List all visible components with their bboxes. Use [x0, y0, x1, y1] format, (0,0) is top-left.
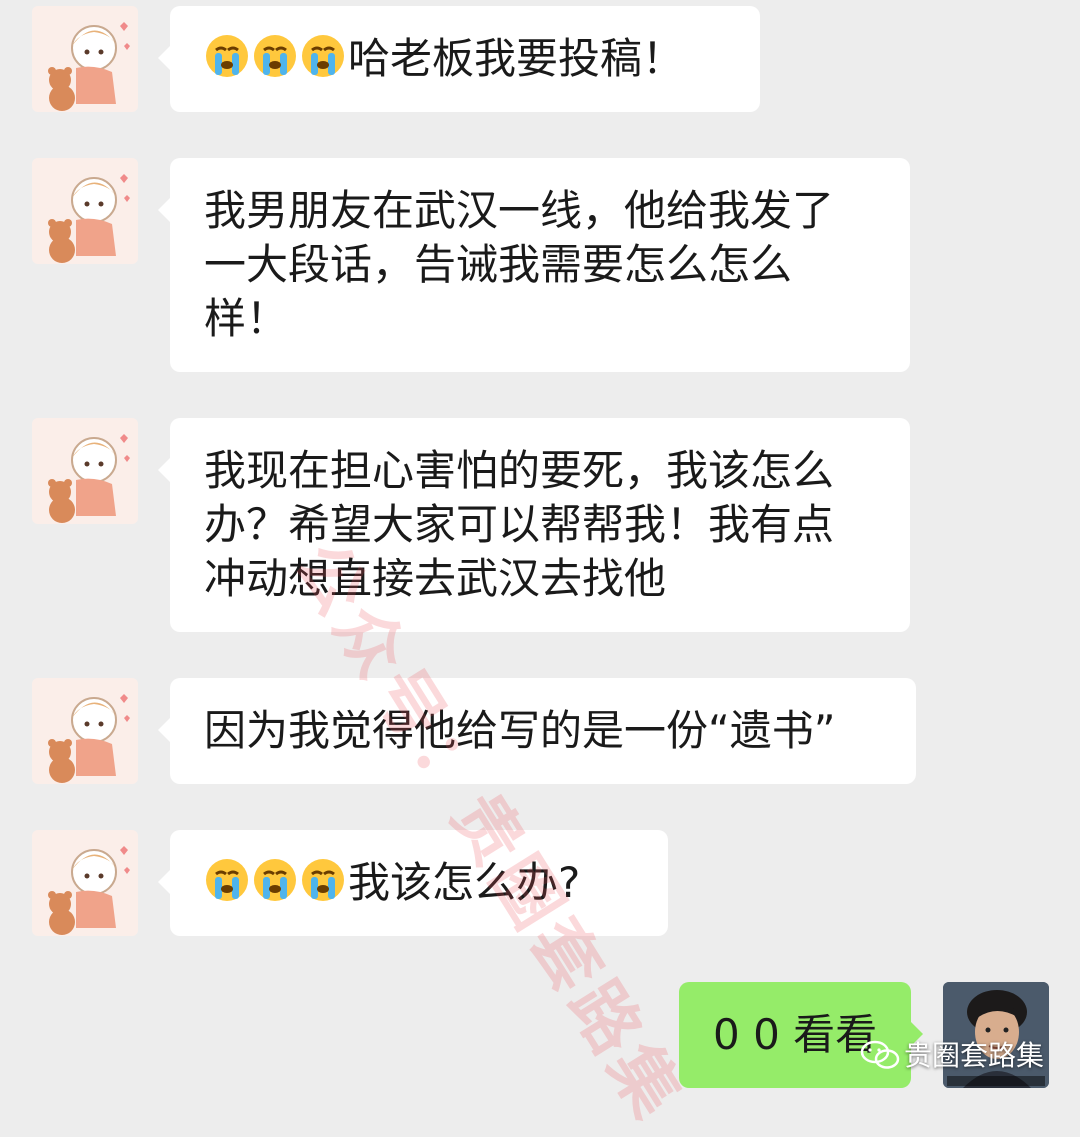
message-line: 因为我觉得他给写的是一份“遗书”: [204, 706, 836, 755]
brand-text: 贵圈套路集: [904, 1039, 1045, 1072]
crying-emoji: [254, 35, 296, 77]
message-text: 哈老板我要投稿！: [348, 34, 685, 83]
brand-label: 贵圈套路集: [860, 1034, 1044, 1074]
sender-avatar[interactable]: [32, 158, 138, 264]
message-text: 我该怎么办?: [348, 858, 581, 907]
sender-avatar[interactable]: [32, 6, 138, 112]
sender-avatar[interactable]: [32, 830, 138, 936]
message-line: 一大段话，告诫我需要怎么怎么: [204, 240, 793, 289]
message-line: 我男朋友在武汉一线，他给我发了: [204, 186, 835, 235]
message-bubble[interactable]: 因为我觉得他给写的是一份“遗书”: [158, 678, 916, 784]
message-line: 哈老板我要投稿！: [204, 32, 728, 86]
message-line: 0 0 看看: [713, 1010, 878, 1059]
wechat-icon: [860, 1040, 900, 1069]
message-bubble[interactable]: 我男朋友在武汉一线，他给我发了 一大段话，告诫我需要怎么怎么 样！: [158, 158, 910, 372]
message-bubble[interactable]: 我现在担心害怕的要死，我该怎么 办？希望大家可以帮帮我！我有点 冲动想直接去武汉…: [158, 418, 910, 632]
message-line: 办？希望大家可以帮帮我！我有点: [204, 500, 835, 549]
message-line: 冲动想直接去武汉去找他: [204, 554, 667, 603]
message-line: 我现在担心害怕的要死，我该怎么: [204, 446, 835, 495]
sender-avatar[interactable]: [32, 418, 138, 524]
crying-emoji: [206, 35, 248, 77]
crying-emoji: [302, 859, 344, 901]
message-bubble[interactable]: 我该怎么办?: [158, 830, 668, 936]
message-bubble[interactable]: 哈老板我要投稿！: [158, 6, 760, 112]
message-line: 样！: [204, 294, 289, 343]
message-line: 我该怎么办?: [204, 856, 636, 910]
crying-emoji: [254, 859, 296, 901]
sender-avatar[interactable]: [32, 678, 138, 784]
crying-emoji: [302, 35, 344, 77]
crying-emoji: [206, 859, 248, 901]
